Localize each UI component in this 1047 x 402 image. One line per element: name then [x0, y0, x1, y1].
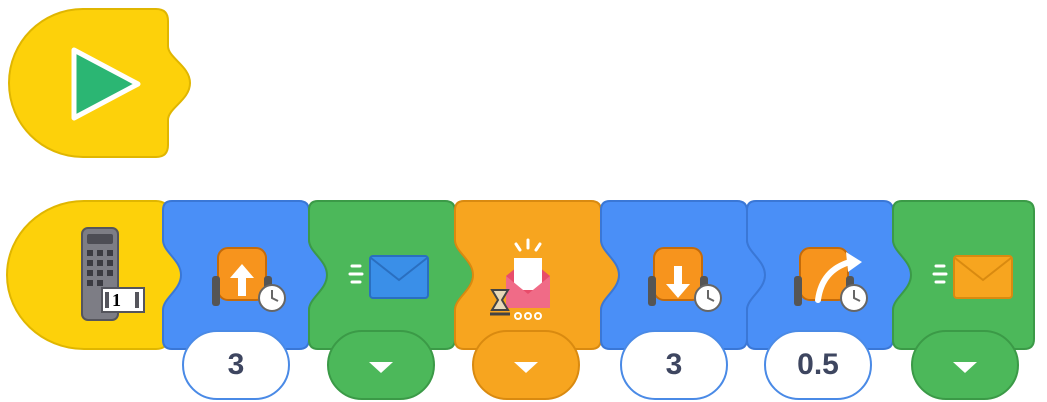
drive-backward-timer-icon — [648, 247, 722, 312]
move-backward-seconds-input[interactable]: 3 — [620, 330, 728, 400]
wait-for-message-block[interactable] — [454, 200, 624, 350]
blue-envelope-icon — [348, 255, 429, 299]
wait-message-hourglass-icon — [490, 238, 550, 320]
chevron-down-icon — [514, 361, 538, 373]
chevron-down-icon — [369, 361, 393, 373]
spin-right-block[interactable] — [746, 200, 916, 350]
chevron-down-icon — [953, 361, 977, 373]
move-backward-block[interactable] — [600, 200, 770, 350]
move-forward-seconds-input[interactable]: 3 — [182, 330, 290, 400]
send-message-block-2[interactable] — [892, 200, 1047, 350]
remote-channel-label: 1 — [112, 290, 121, 310]
send-message-dropdown-2[interactable] — [911, 330, 1019, 400]
move-forward-block[interactable] — [162, 200, 332, 350]
start-block[interactable] — [7, 8, 193, 158]
send-message-dropdown[interactable] — [327, 330, 435, 400]
wait-for-message-dropdown[interactable] — [472, 330, 580, 400]
orange-envelope-icon — [932, 255, 1013, 299]
send-message-block[interactable] — [308, 200, 478, 350]
play-icon — [71, 47, 141, 121]
spin-right-seconds-input[interactable]: 0.5 — [764, 330, 872, 400]
spin-right-timer-icon — [794, 247, 868, 312]
drive-forward-timer-icon — [212, 247, 286, 312]
